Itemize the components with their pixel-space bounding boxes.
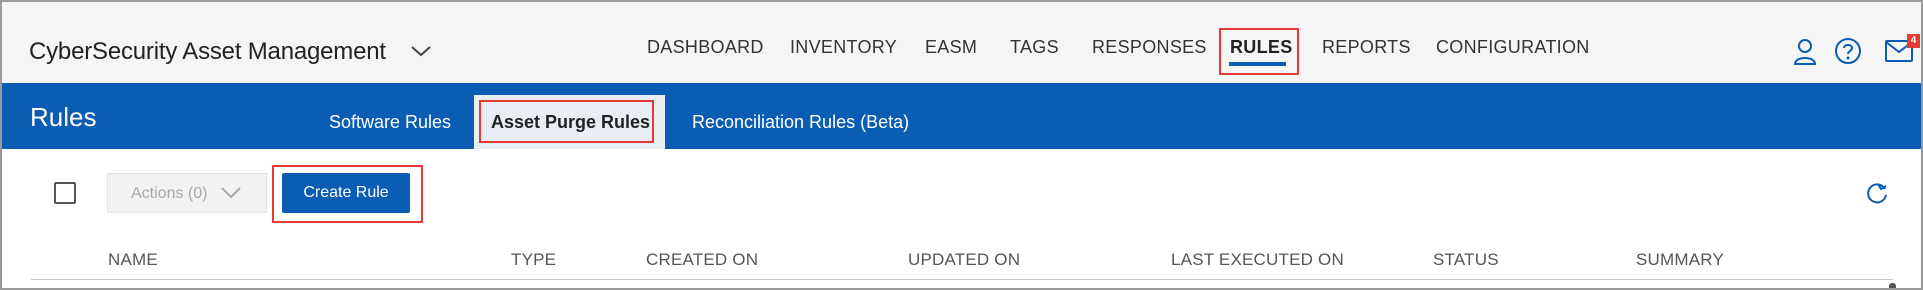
nav-dashboard[interactable]: DASHBOARD bbox=[647, 37, 764, 58]
column-header-updated-on[interactable]: UPDATED ON bbox=[908, 250, 1020, 270]
column-header-summary[interactable]: SUMMARY bbox=[1636, 250, 1724, 270]
rules-highlight-box bbox=[1219, 28, 1299, 75]
help-icon[interactable] bbox=[1834, 37, 1862, 65]
nav-easm[interactable]: EASM bbox=[925, 37, 977, 58]
app-window: CyberSecurity Asset Management DASHBOARD… bbox=[0, 0, 1923, 290]
top-header: CyberSecurity Asset Management DASHBOARD… bbox=[2, 2, 1921, 83]
page-subheader bbox=[2, 83, 1921, 149]
column-header-name[interactable]: NAME bbox=[108, 250, 158, 270]
tab-software-rules[interactable]: Software Rules bbox=[329, 112, 451, 133]
nav-responses[interactable]: RESPONSES bbox=[1092, 37, 1207, 58]
app-title: CyberSecurity Asset Management bbox=[29, 38, 386, 65]
select-all-checkbox[interactable] bbox=[54, 182, 76, 204]
refresh-icon[interactable] bbox=[1864, 180, 1890, 206]
actions-dropdown[interactable]: Actions (0) bbox=[107, 173, 267, 213]
chevron-down-icon bbox=[221, 187, 241, 199]
asset-purge-highlight-box bbox=[479, 100, 654, 143]
tab-reconciliation-rules[interactable]: Reconciliation Rules (Beta) bbox=[692, 112, 909, 133]
column-header-created-on[interactable]: CREATED ON bbox=[646, 250, 758, 270]
page-title: Rules bbox=[30, 102, 97, 132]
scrollbar-thumb[interactable] bbox=[1889, 283, 1896, 288]
column-header-status[interactable]: STATUS bbox=[1433, 250, 1499, 270]
chevron-down-icon[interactable] bbox=[410, 42, 432, 60]
nav-reports[interactable]: REPORTS bbox=[1322, 37, 1411, 58]
column-header-last-executed-on[interactable]: LAST EXECUTED ON bbox=[1171, 250, 1344, 270]
nav-configuration[interactable]: CONFIGURATION bbox=[1436, 37, 1590, 58]
user-icon[interactable] bbox=[1793, 38, 1817, 66]
nav-inventory[interactable]: INVENTORY bbox=[790, 37, 897, 58]
table-header-divider bbox=[31, 279, 1893, 280]
create-rule-button[interactable]: Create Rule bbox=[282, 173, 410, 213]
mail-badge: 4 bbox=[1907, 34, 1920, 48]
column-header-type[interactable]: TYPE bbox=[511, 250, 556, 270]
nav-tags[interactable]: TAGS bbox=[1010, 37, 1059, 58]
actions-label: Actions (0) bbox=[131, 185, 208, 202]
